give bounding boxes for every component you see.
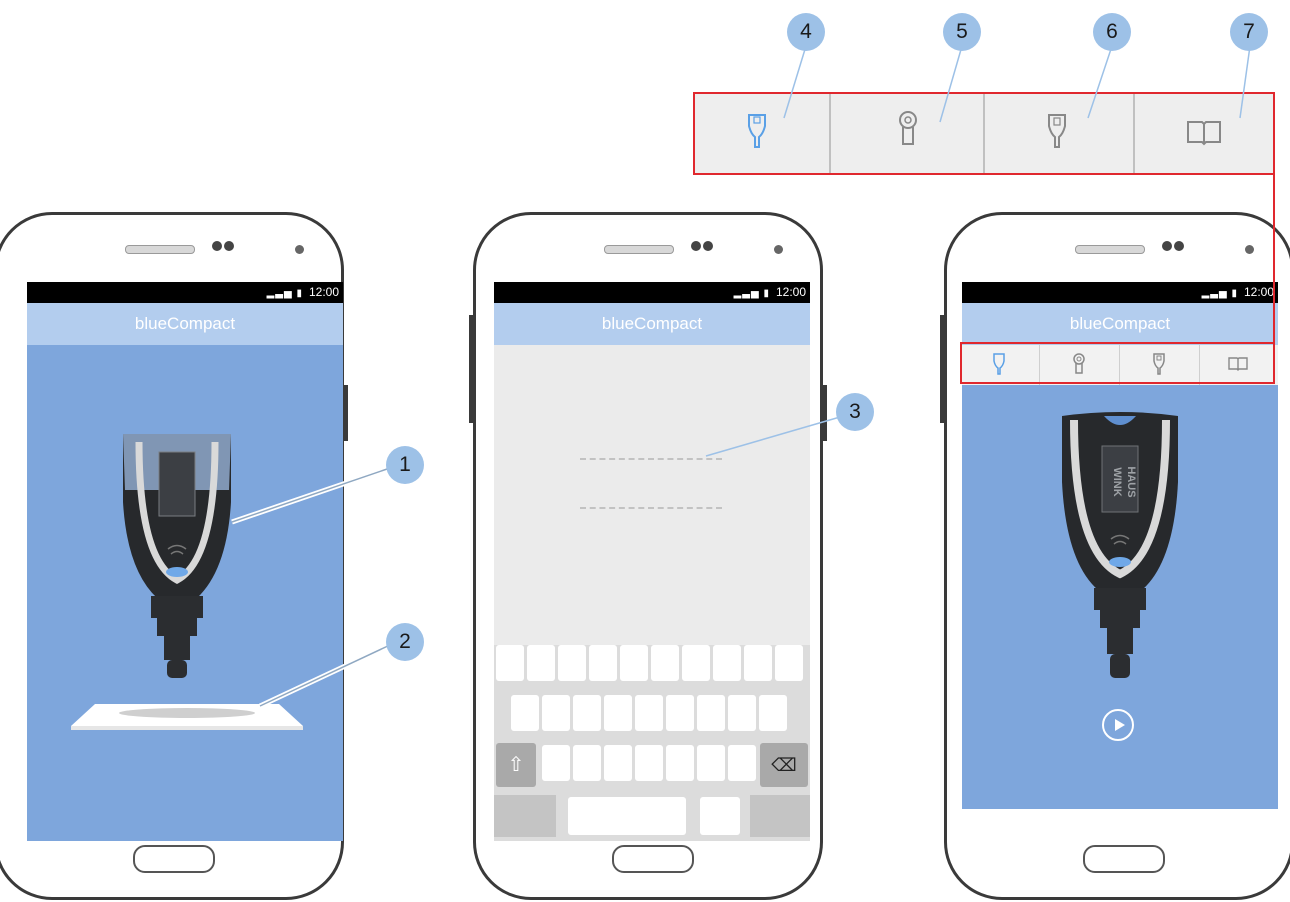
callout-4: 4 — [787, 13, 825, 51]
callout-5: 5 — [943, 13, 981, 51]
callout-3: 3 — [836, 393, 874, 431]
callout-7: 7 — [1230, 13, 1268, 51]
callout-lines — [231, 45, 1251, 709]
callout-1: 1 — [386, 446, 424, 484]
callout-2: 2 — [386, 623, 424, 661]
callout-6: 6 — [1093, 13, 1131, 51]
